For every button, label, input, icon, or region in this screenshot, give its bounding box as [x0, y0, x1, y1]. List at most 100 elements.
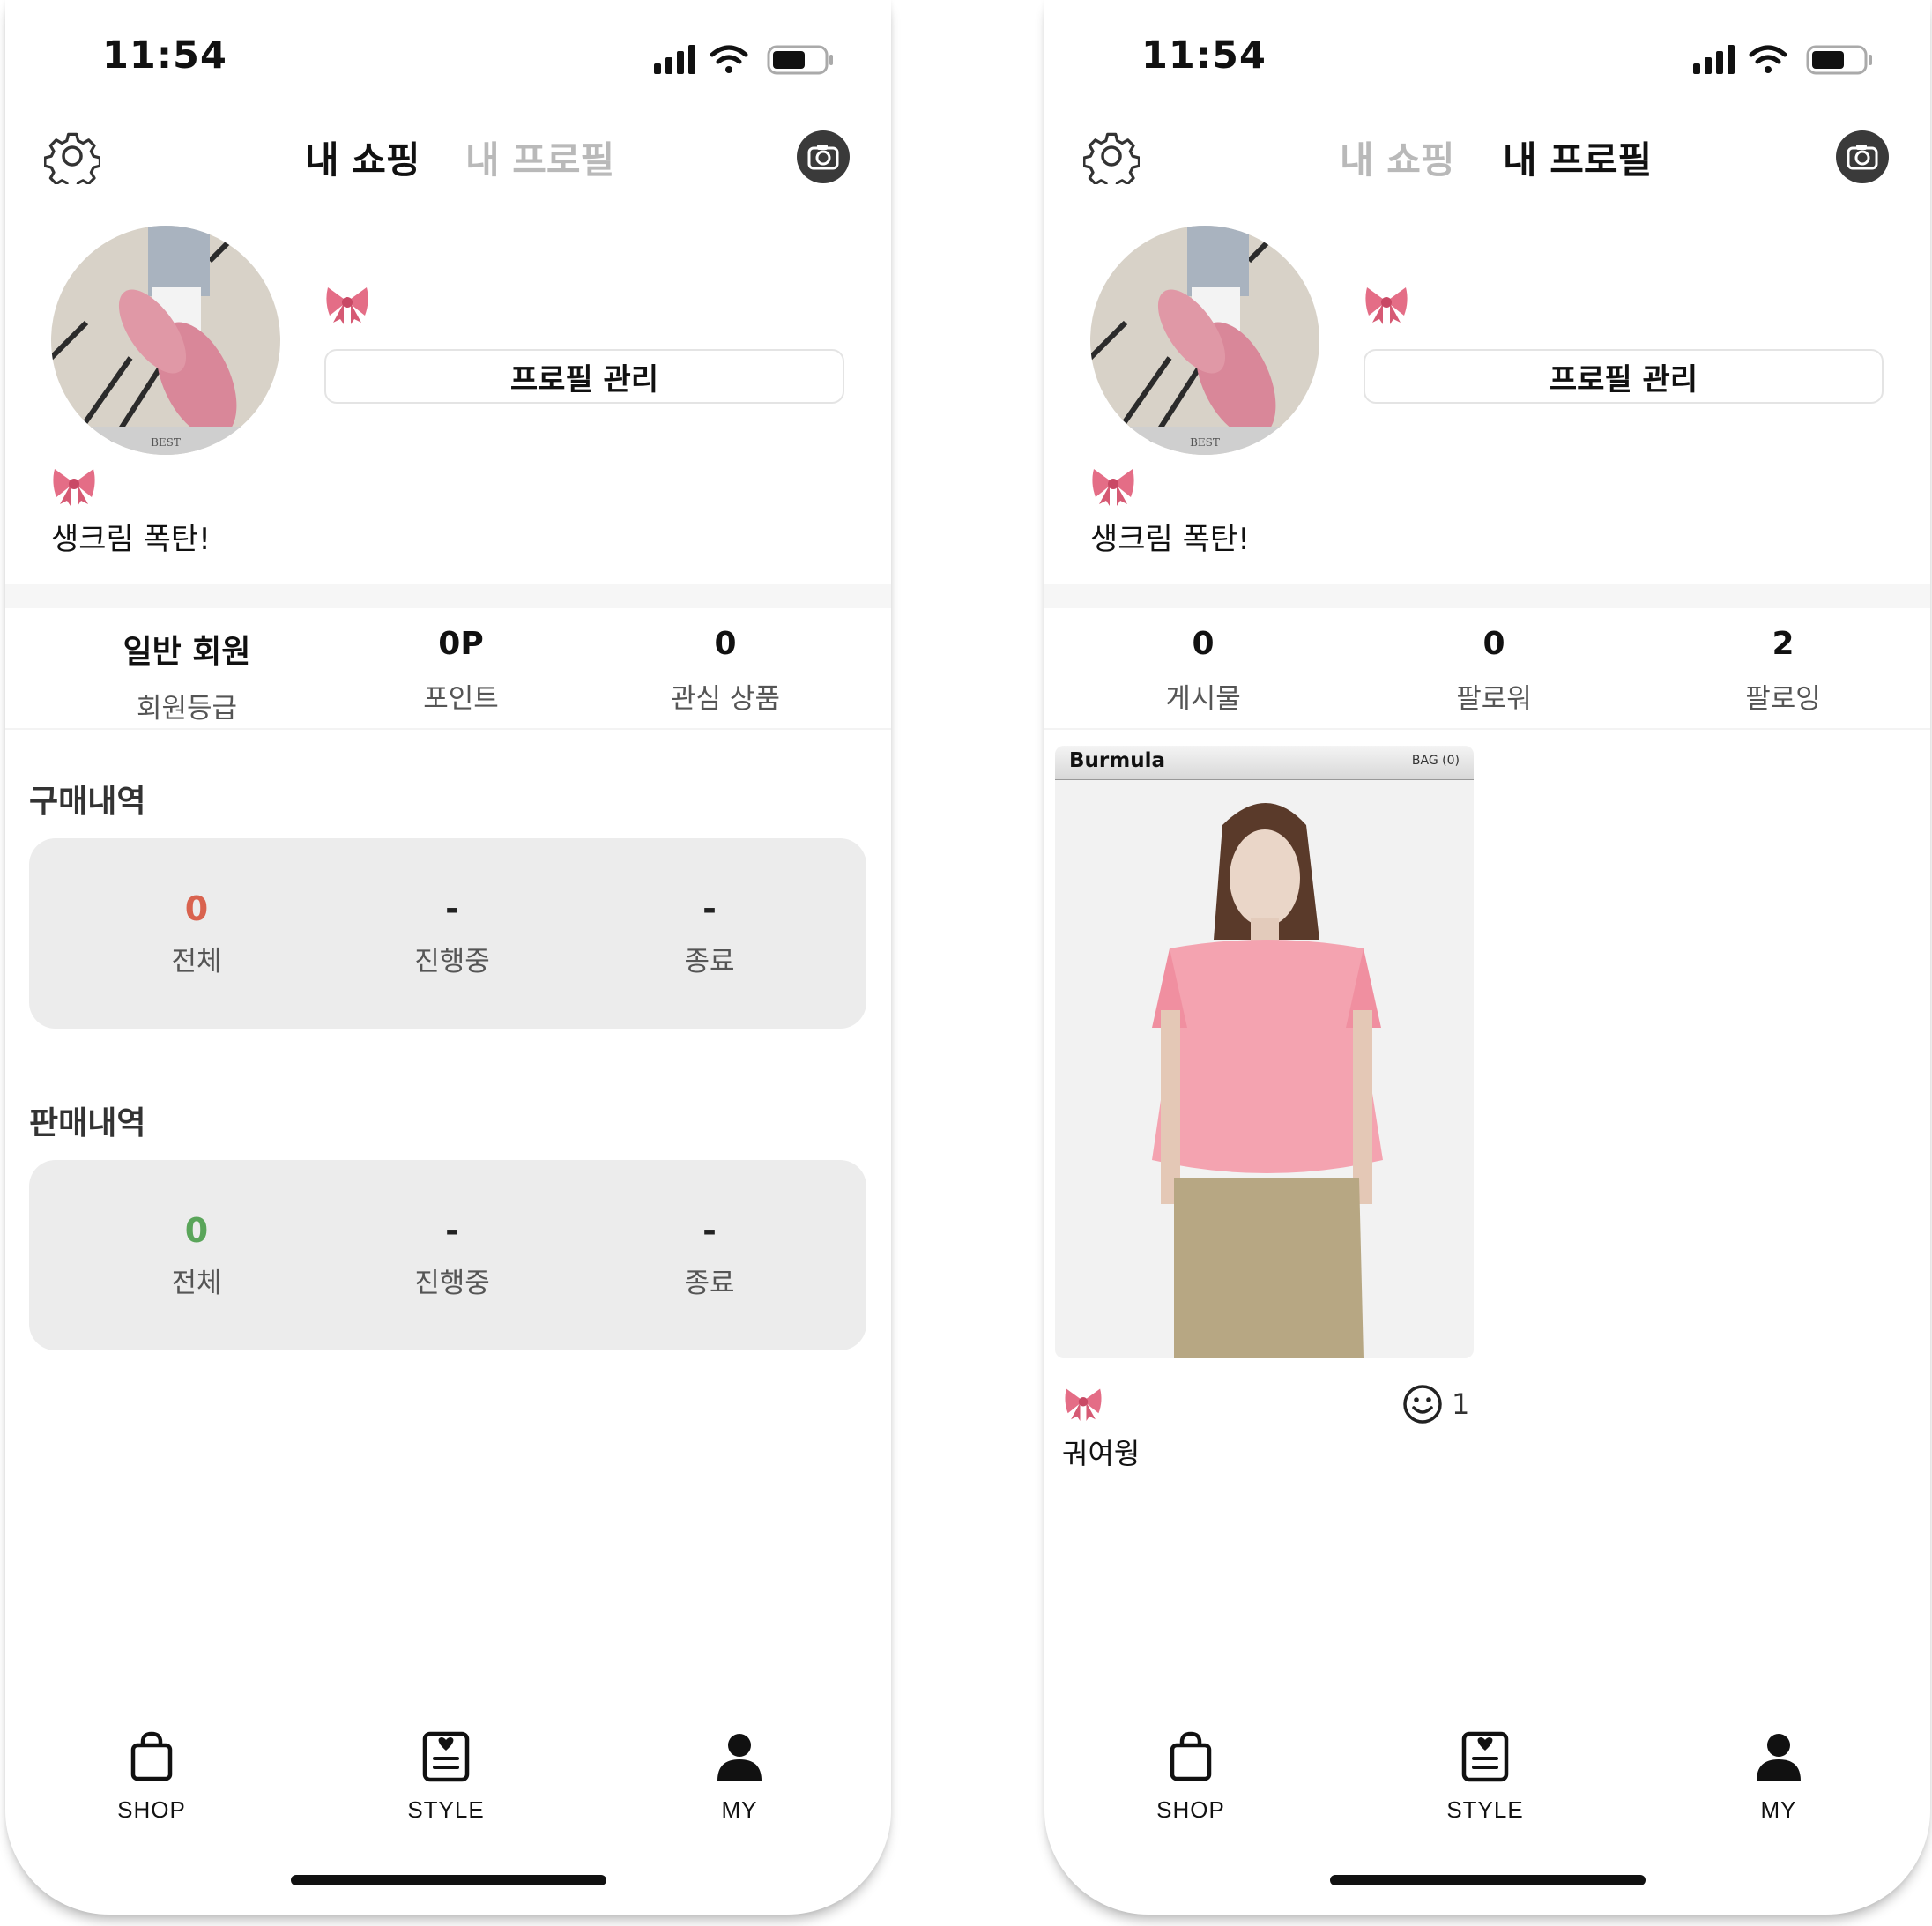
- person-icon: [1757, 1734, 1801, 1781]
- summary-label: 전체: [171, 946, 222, 978]
- post-photo: [1055, 746, 1474, 1358]
- sales-completed[interactable]: - 종료: [613, 1211, 806, 1300]
- stat-followers[interactable]: 0 팔로워: [1379, 626, 1609, 716]
- home-indicator[interactable]: [1330, 1875, 1646, 1885]
- summary-label: 진행중: [414, 946, 490, 978]
- bow-icon: [1065, 1388, 1102, 1421]
- summary-value: -: [702, 1211, 717, 1250]
- purchase-summary: 0 전체 - 진행중 - 종료: [29, 838, 866, 1029]
- stat-following[interactable]: 2 팔로잉: [1668, 626, 1898, 716]
- camera-icon[interactable]: [1836, 130, 1889, 183]
- stat-label: 게시물: [1165, 683, 1241, 715]
- settings-gear-icon[interactable]: [44, 128, 100, 184]
- nav-label: SHOP: [117, 1796, 186, 1823]
- profile-avatar[interactable]: BEST: [1090, 226, 1319, 455]
- stat-value: 0: [1192, 626, 1215, 662]
- avatar-caption: BEST: [1190, 436, 1220, 449]
- battery-icon: [767, 45, 833, 75]
- purchase-in-progress[interactable]: - 진행중: [355, 889, 549, 978]
- summary-value: 0: [184, 1211, 209, 1250]
- purchase-completed[interactable]: - 종료: [613, 889, 806, 978]
- stat-value: 2: [1772, 626, 1795, 662]
- nav-label: SHOP: [1156, 1796, 1225, 1823]
- profile-bio: 생크림 폭탄!: [1090, 522, 1250, 557]
- summary-value: 0: [184, 889, 209, 928]
- shopping-bag-icon: [1170, 1731, 1212, 1781]
- nav-style[interactable]: STYLE: [1397, 1729, 1573, 1824]
- stat-value: 0P: [438, 626, 484, 662]
- camera-icon[interactable]: [797, 130, 850, 183]
- person-icon: [717, 1734, 762, 1781]
- tab-my-profile[interactable]: 내 프로필: [465, 130, 614, 184]
- section-divider: [5, 584, 891, 608]
- nav-style[interactable]: STYLE: [358, 1729, 534, 1824]
- purchase-history-title: 구매내역: [29, 784, 146, 820]
- home-indicator[interactable]: [291, 1875, 606, 1885]
- profile-manage-button[interactable]: 프로필 관리: [324, 349, 844, 404]
- battery-icon: [1806, 45, 1872, 75]
- stat-wishlist[interactable]: 0 관심 상품: [611, 626, 840, 716]
- stat-label: 팔로잉: [1745, 683, 1821, 715]
- post-header-bar: Burmula BAG (0): [1055, 746, 1474, 780]
- wifi-icon: [1749, 45, 1787, 64]
- nav-label: STYLE: [1446, 1796, 1524, 1823]
- tab-my-shopping[interactable]: 내 쇼핑: [305, 130, 420, 184]
- my-profile-screen: 11:54 내 쇼핑 내 프로필 BEST 프로필 관리 생크림 폭탄! 0 게…: [1044, 0, 1930, 1915]
- bow-icon: [53, 469, 95, 506]
- settings-gear-icon[interactable]: [1083, 128, 1140, 184]
- style-card-icon: [1461, 1731, 1509, 1782]
- profile-manage-button[interactable]: 프로필 관리: [1364, 349, 1884, 404]
- stat-value: 일반 회원: [123, 634, 251, 670]
- profile-avatar[interactable]: BEST: [51, 226, 280, 455]
- purchase-all[interactable]: 0 전체: [100, 889, 294, 978]
- sales-in-progress[interactable]: - 진행중: [355, 1211, 549, 1300]
- divider-line: [1044, 728, 1930, 730]
- stat-posts[interactable]: 0 게시물: [1089, 626, 1318, 716]
- post-thumbnail[interactable]: Burmula BAG (0): [1055, 746, 1474, 1358]
- profile-bio: 생크림 폭탄!: [51, 522, 211, 557]
- stat-label: 포인트: [423, 683, 499, 715]
- nav-my[interactable]: MY: [1690, 1729, 1867, 1824]
- stat-value: 0: [1482, 626, 1505, 662]
- stat-membership-grade[interactable]: 일반 회원 회원등급: [72, 626, 301, 725]
- summary-value: -: [445, 889, 459, 928]
- nav-my[interactable]: MY: [651, 1729, 828, 1824]
- summary-label: 진행중: [414, 1268, 490, 1299]
- my-shopping-screen: 11:54 내 쇼핑 내 프로필 BEST 프로필 관리 생크림 폭탄! 일반 …: [5, 0, 891, 1915]
- style-card-icon: [422, 1731, 470, 1782]
- summary-value: -: [445, 1211, 459, 1250]
- reaction-count: 1: [1452, 1387, 1470, 1421]
- stat-value: 0: [714, 626, 737, 662]
- stat-label: 관심 상품: [671, 683, 780, 715]
- bow-icon: [1092, 469, 1134, 506]
- sales-summary: 0 전체 - 진행중 - 종료: [29, 1160, 866, 1350]
- tab-my-profile[interactable]: 내 프로필: [1503, 130, 1652, 184]
- post-bag-count: BAG (0): [1411, 754, 1460, 768]
- tab-my-shopping[interactable]: 내 쇼핑: [1340, 130, 1455, 184]
- avatar-photo: BEST: [51, 226, 280, 455]
- post-caption: 궈여웡: [1062, 1437, 1141, 1470]
- sales-history-title: 판매내역: [29, 1105, 146, 1141]
- nav-label: MY: [1760, 1796, 1797, 1823]
- section-divider: [1044, 584, 1930, 608]
- status-icons: [654, 45, 833, 75]
- summary-value: -: [702, 889, 717, 928]
- sales-all[interactable]: 0 전체: [100, 1211, 294, 1300]
- wifi-icon: [710, 45, 748, 64]
- status-time: 11:54: [102, 33, 227, 78]
- nav-shop[interactable]: SHOP: [1103, 1729, 1279, 1824]
- stat-label: 회원등급: [136, 693, 238, 725]
- nav-shop[interactable]: SHOP: [63, 1729, 240, 1824]
- bow-icon: [326, 287, 368, 324]
- signal-icon: [654, 45, 695, 74]
- status-time: 11:54: [1141, 33, 1267, 78]
- bow-icon: [1365, 287, 1408, 324]
- status-icons: [1693, 45, 1872, 75]
- nav-label: STYLE: [407, 1796, 485, 1823]
- summary-label: 종료: [684, 1268, 735, 1299]
- nav-label: MY: [721, 1796, 758, 1823]
- summary-label: 전체: [171, 1268, 222, 1299]
- divider-line: [5, 728, 891, 730]
- smile-reaction-icon[interactable]: [1402, 1384, 1443, 1424]
- stat-points[interactable]: 0P 포인트: [346, 626, 576, 716]
